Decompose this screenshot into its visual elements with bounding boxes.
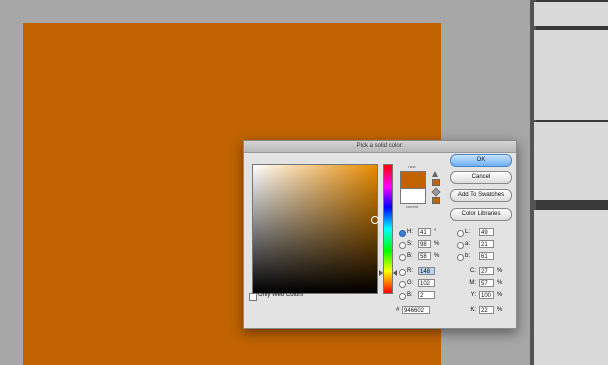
dialog-title: Pick a solid color: xyxy=(244,141,516,153)
saturation-label: S: xyxy=(407,241,413,247)
adjustments-panel[interactable] xyxy=(534,30,608,120)
presets-panel[interactable] xyxy=(534,122,608,200)
yellow-label: Y: xyxy=(470,292,476,298)
hex-label: # xyxy=(396,307,400,313)
red-radio[interactable] xyxy=(399,269,406,276)
only-web-colors-label: Only Web Colors xyxy=(258,292,304,298)
current-color-label: current xyxy=(405,204,419,209)
cyan-label: C: xyxy=(470,268,476,274)
yellow-input[interactable]: 100 xyxy=(479,291,494,299)
hex-input[interactable]: 946602 xyxy=(402,306,430,314)
brightness-input[interactable]: 58 xyxy=(418,252,431,260)
cyan-unit: % xyxy=(497,268,503,274)
a-channel-input[interactable]: 21 xyxy=(479,240,494,248)
new-color-swatch xyxy=(400,171,426,189)
web-safe-correction-swatch[interactable] xyxy=(432,197,440,204)
out-of-gamut-warning-icon[interactable] xyxy=(432,171,438,177)
blue-label: B: xyxy=(407,292,413,298)
brightness-radio[interactable] xyxy=(399,254,406,261)
gamut-correction-swatch[interactable] xyxy=(432,179,440,186)
blue-radio[interactable] xyxy=(399,293,406,300)
panels-sidebar xyxy=(530,0,608,365)
cancel-button[interactable]: Cancel xyxy=(450,171,512,184)
b-channel-label: b: xyxy=(465,253,471,259)
saturation-unit: % xyxy=(434,241,440,247)
yellow-unit: % xyxy=(497,292,503,298)
saturation-input[interactable]: 98 xyxy=(418,240,431,248)
black-unit: % xyxy=(497,307,503,313)
a-channel-radio[interactable] xyxy=(457,242,464,249)
only-web-colors-checkbox[interactable] xyxy=(249,293,257,301)
hue-unit: ° xyxy=(434,229,437,235)
red-label: R: xyxy=(407,268,413,274)
lightness-input[interactable]: 49 xyxy=(479,228,494,236)
b-channel-radio[interactable] xyxy=(457,254,464,261)
lightness-radio[interactable] xyxy=(457,230,464,237)
new-color-label: new xyxy=(408,164,416,169)
b-channel-input[interactable]: 61 xyxy=(479,252,494,260)
red-input[interactable]: 148 xyxy=(418,267,435,275)
magenta-unit: % xyxy=(497,280,503,286)
hue-input[interactable]: 41 xyxy=(418,228,431,236)
green-input[interactable]: 102 xyxy=(418,279,435,287)
green-label: G: xyxy=(407,280,414,286)
color-field[interactable] xyxy=(252,164,379,294)
saturation-radio[interactable] xyxy=(399,242,406,249)
color-field-cursor[interactable] xyxy=(371,216,379,224)
current-color-swatch[interactable] xyxy=(400,188,426,204)
green-radio[interactable] xyxy=(399,281,406,288)
hue-radio[interactable] xyxy=(399,230,406,237)
hue-slider[interactable] xyxy=(383,164,393,294)
add-to-swatches-button[interactable]: Add To Swatches xyxy=(450,189,512,202)
hue-slider-right-arrow[interactable] xyxy=(393,270,397,276)
ok-button[interactable]: OK xyxy=(450,154,512,167)
color-panel[interactable] xyxy=(534,2,608,26)
color-libraries-button[interactable]: Color Libraries xyxy=(450,208,512,221)
color-picker-dialog: Pick a solid color: new current OK Cance… xyxy=(243,140,517,329)
black-input[interactable]: 22 xyxy=(479,306,494,314)
blue-input[interactable]: 2 xyxy=(418,291,435,299)
magenta-input[interactable]: 57 xyxy=(479,279,494,287)
brightness-unit: % xyxy=(434,253,440,259)
cyan-input[interactable]: 27 xyxy=(479,267,494,275)
web-safe-warning-icon[interactable] xyxy=(431,187,441,197)
a-channel-label: a: xyxy=(465,241,471,247)
black-label: K: xyxy=(470,307,476,313)
hue-label: H: xyxy=(407,229,413,235)
hue-slider-left-arrow[interactable] xyxy=(379,270,383,276)
brightness-label: B: xyxy=(407,253,413,259)
magenta-label: M: xyxy=(469,280,476,286)
lightness-label: L: xyxy=(465,229,471,235)
layers-panel[interactable] xyxy=(534,210,608,365)
